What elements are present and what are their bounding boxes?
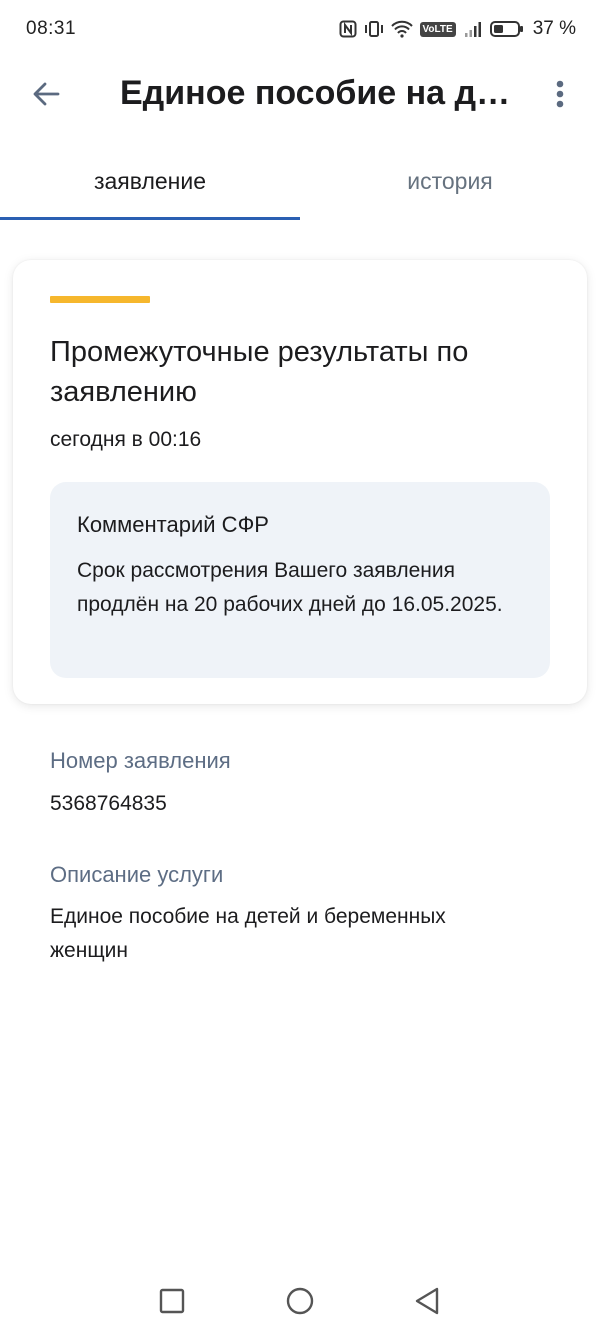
status-bar: 08:31 VoLTE 37 % [0, 0, 600, 58]
application-number-value: 5368764835 [50, 792, 167, 815]
home-button[interactable] [283, 1284, 317, 1318]
battery-icon [489, 20, 524, 38]
comment-text: Срок рассмотрения Вашего заявления продл… [77, 559, 503, 616]
service-description-value: Единое пособие на детей и беременных жен… [50, 905, 446, 962]
vibrate-icon [364, 20, 384, 38]
comment-title: Комментарий СФР [77, 512, 269, 537]
system-navigation-bar [0, 1268, 600, 1332]
page-title: Единое пособие на де… [120, 74, 520, 112]
card-date: сегодня в 00:16 [50, 428, 202, 451]
tab-history[interactable]: история [300, 150, 600, 220]
tab-application[interactable]: заявление [0, 150, 300, 220]
battery-percent: 37 % [532, 18, 576, 39]
card-title: Промежуточные результаты по заявлению [50, 336, 469, 408]
home-circle-icon [286, 1287, 314, 1315]
more-options-button[interactable] [542, 76, 578, 112]
volte-icon: VoLTE [419, 21, 456, 37]
tab-label: заявление [93, 168, 207, 194]
more-vertical-icon [556, 80, 564, 108]
wifi-icon [390, 20, 413, 38]
back-triangle-icon [415, 1287, 439, 1315]
back-button[interactable] [28, 76, 64, 112]
status-time: 08:31 [26, 18, 77, 39]
arrow-left-icon [33, 82, 60, 106]
nfc-icon [339, 20, 357, 38]
tab-bar: заявление история [0, 150, 600, 220]
recents-square-icon [159, 1288, 185, 1314]
application-number-label: Номер заявления [50, 748, 231, 773]
app-header: Единое пособие на де… [0, 58, 600, 130]
system-back-button[interactable] [410, 1284, 444, 1318]
application-screen: 08:31 VoLTE 37 % Единое пособие на де… з… [0, 0, 600, 1332]
status-icons: VoLTE 37 % [339, 18, 576, 40]
comment-box: Комментарий СФР Срок рассмотрения Вашего… [50, 482, 550, 678]
tab-label: история [407, 168, 493, 194]
accent-bar [50, 296, 150, 303]
active-tab-indicator [0, 217, 300, 220]
service-description-label: Описание услуги [50, 862, 224, 887]
signal-icon [463, 20, 483, 38]
recents-button[interactable] [155, 1284, 189, 1318]
status-card: Промежуточные результаты по заявлению се… [13, 260, 587, 704]
